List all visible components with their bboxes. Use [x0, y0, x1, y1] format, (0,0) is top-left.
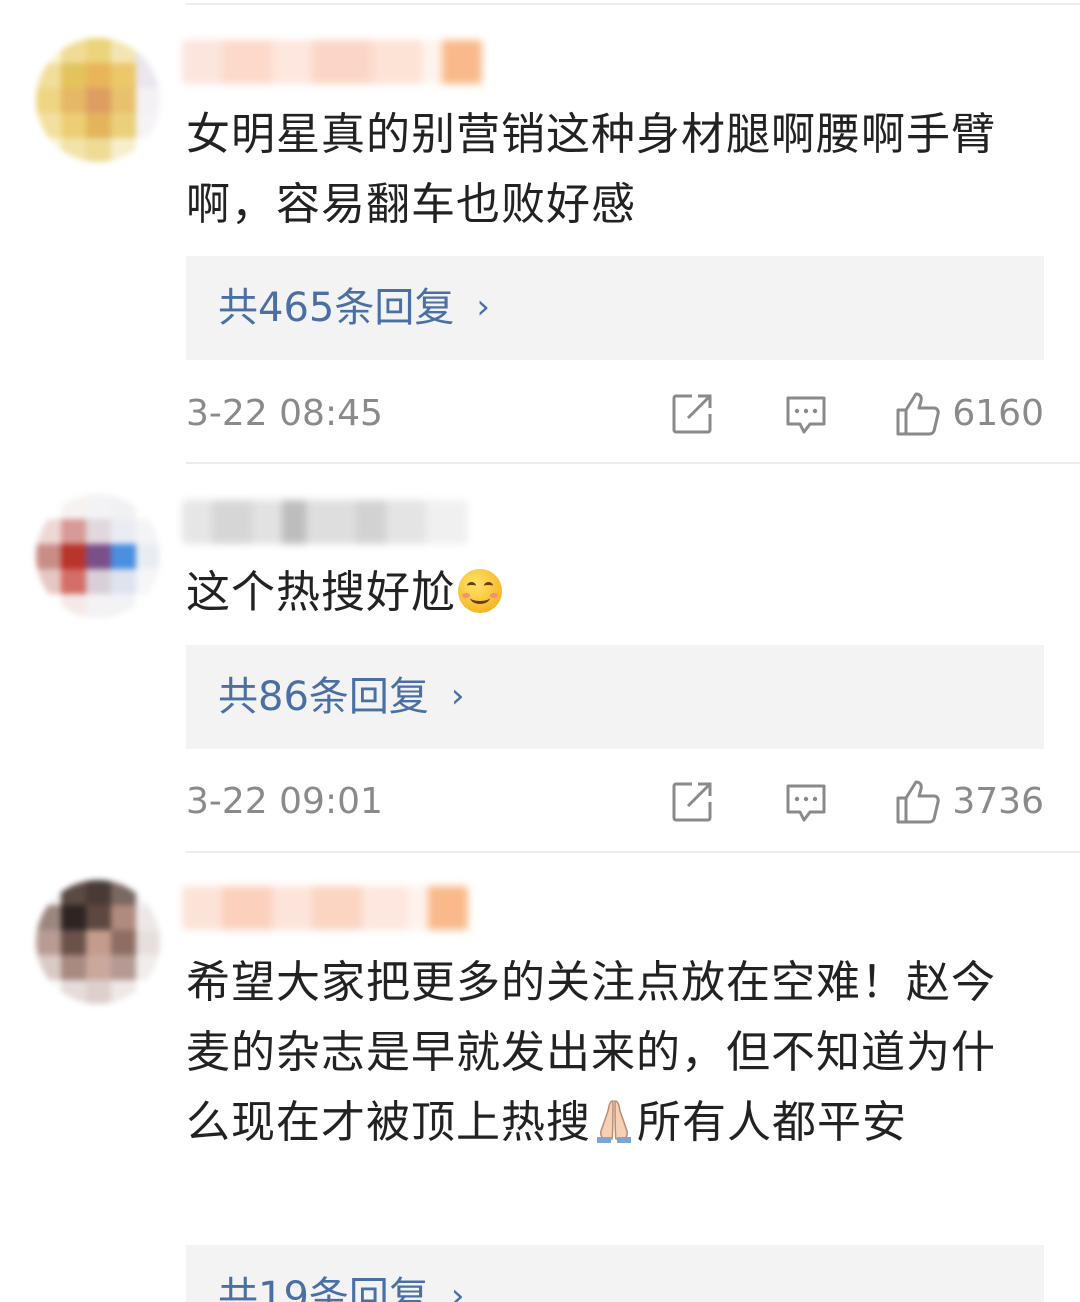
chevron-right-icon: ›	[476, 287, 490, 327]
folded-hands-emoji	[597, 1100, 631, 1143]
comment-icon[interactable]	[782, 778, 830, 826]
comment-icon[interactable]	[782, 390, 830, 438]
replies-count-label: 共465条回复	[218, 285, 455, 331]
view-replies-link[interactable]: 共465条回复 ›	[186, 256, 1044, 360]
smile-emoji	[458, 569, 502, 613]
replies-count-label: 共19条回复	[218, 1274, 429, 1302]
comment-text-content: 这个热搜好尬	[186, 567, 456, 618]
divider	[186, 851, 1080, 853]
comment-timestamp: 3-22 08:45	[186, 393, 383, 434]
view-replies-link[interactable]: 共86条回复 ›	[186, 645, 1044, 749]
replies-count-label: 共86条回复	[218, 674, 429, 720]
username-redacted[interactable]	[182, 886, 468, 930]
avatar[interactable]	[36, 494, 160, 618]
chevron-right-icon: ›	[450, 1276, 465, 1302]
username-redacted[interactable]	[182, 40, 482, 84]
share-icon[interactable]	[668, 390, 716, 438]
view-replies-link[interactable]: 共19条回复 ›	[186, 1245, 1044, 1302]
divider	[186, 462, 1080, 464]
comment-meta: 3-22 08:45 6160	[186, 384, 1044, 444]
divider	[186, 3, 1080, 5]
comment-text: 女明星真的别营销这种身材腿啊腰啊手臂啊，容易翻车也败好感	[186, 109, 996, 230]
comment-timestamp: 3-22 09:01	[186, 781, 383, 822]
like-count: 3736	[952, 781, 1044, 822]
comment-text: 这个热搜好尬	[186, 558, 1016, 628]
chevron-right-icon: ›	[450, 676, 465, 716]
like-count: 6160	[952, 393, 1044, 434]
avatar[interactable]	[36, 880, 160, 1004]
thumbs-up-icon[interactable]	[894, 390, 942, 438]
comment-feed: 女明星真的别营销这种身材腿啊腰啊手臂啊，容易翻车也败好感 共465条回复 › 3-…	[0, 0, 1080, 1302]
comment-text-tail: 所有人都平安	[637, 1097, 907, 1148]
avatar[interactable]	[36, 38, 160, 162]
comment-text: 希望大家把更多的关注点放在空难！赵今麦的杂志是早就发出来的，但不知道为什么现在才…	[186, 948, 1016, 1158]
thumbs-up-icon[interactable]	[894, 778, 942, 826]
share-icon[interactable]	[668, 778, 716, 826]
comment-meta: 3-22 09:01 3736	[186, 772, 1044, 832]
username-redacted[interactable]	[182, 500, 468, 544]
